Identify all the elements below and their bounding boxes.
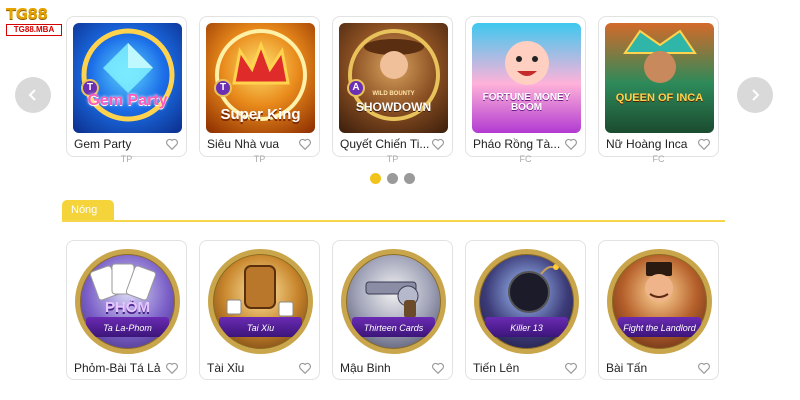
heart-outline-icon[interactable] [298,137,312,151]
art-banner-text: Fight the Landlord [623,323,696,333]
art-title: PHỎM [105,299,150,316]
art-title: QUEEN OF INCA [615,92,704,104]
provider-label: FC [519,154,532,164]
game-name: Tiến Lên [473,361,520,375]
game-card[interactable]: T Super King Siêu Nhà vua TP [199,16,320,164]
carousel-next-button[interactable] [737,77,773,113]
provider-label: FC [652,154,665,164]
game-card[interactable]: T Gem Party Gem Party TP [66,16,187,164]
hot-games-row: PHỎM Ta La-Phom Phỏm-Bài Tá Lả Tai Xiu T… [66,240,719,380]
game-name: Nữ Hoàng Inca [606,137,688,151]
heart-outline-icon[interactable] [298,361,312,375]
game-name: Pháo Rồng Tà... [473,137,561,151]
game-thumbnail: Fight the Landlord [607,249,712,354]
pagination-dot[interactable] [404,173,415,184]
art-title: FORTUNE MONEY BOOM [482,92,571,113]
pagination-dot[interactable] [387,173,398,184]
heart-outline-icon[interactable] [697,361,711,375]
game-thumbnail: FORTUNE MONEY BOOM [472,23,581,133]
game-name: Phỏm-Bài Tá Lả [74,361,161,375]
gem-art [81,28,175,122]
game-thumbnail: QUEEN OF INCA [605,23,714,133]
logo-domain: TG88.MBA [6,24,62,36]
game-card[interactable]: A WILD BOUNTY SHOWDOWN Quyết Chiến Ti...… [332,16,453,164]
heart-outline-icon[interactable] [165,361,179,375]
art-banner-text: Ta La-Phom [103,323,152,333]
art-banner-text: Killer 13 [510,323,543,333]
baby-art [505,41,549,85]
queen-art [623,29,697,83]
heart-outline-icon[interactable] [431,361,445,375]
carousel-prev-button[interactable] [15,77,51,113]
heart-outline-icon[interactable] [564,137,578,151]
game-card[interactable]: PHỎM Ta La-Phom Phỏm-Bài Tá Lả [66,240,187,380]
carousel-pagination [370,173,415,184]
provider-label: TP [253,154,266,164]
game-name: Gem Party [74,137,132,151]
game-thumbnail: Killer 13 [474,249,579,354]
logo-brand: TG88 [6,5,48,23]
art-banner-text: Tai Xiu [246,323,275,333]
game-name: Tài Xỉu [207,361,245,375]
site-logo[interactable]: TG88 TG88.MBA [6,6,64,42]
game-thumbnail: A WILD BOUNTY SHOWDOWN [339,23,448,133]
art-title: Gem Party [87,92,168,109]
game-thumbnail: Thirteen Cards [341,249,446,354]
heart-outline-icon[interactable] [564,361,578,375]
cowgirl-art [348,29,440,121]
heart-outline-icon[interactable] [697,137,711,151]
art-subtitle: WILD BOUNTY [372,91,415,97]
provider-label: TP [386,154,399,164]
game-thumbnail: T Gem Party [73,23,182,133]
heart-outline-icon[interactable] [165,137,179,151]
game-card[interactable]: Tai Xiu Tài Xỉu [199,240,320,380]
game-name: Siêu Nhà vua [207,137,280,151]
art-title: SHOWDOWN [355,100,432,114]
game-name: Mậu Binh [340,361,391,375]
game-card[interactable]: QUEEN OF INCA Nữ Hoàng Inca FC [598,16,719,164]
game-card[interactable]: Fight the Landlord Bài Tấn [598,240,719,380]
game-name: Quyết Chiến Ti... [340,137,430,151]
game-thumbnail: Tai Xiu [208,249,313,354]
carousel-row: T Gem Party Gem Party TP T Super King Si… [66,16,719,164]
game-card[interactable]: FORTUNE MONEY BOOM Pháo Rồng Tà... FC [465,16,586,164]
pagination-dot[interactable] [370,173,381,184]
section-divider [62,220,725,222]
provider-badge: T [214,79,232,97]
chevron-left-icon [28,89,36,101]
heart-outline-icon[interactable] [431,137,445,151]
game-card[interactable]: Killer 13 Tiến Lên [465,240,586,380]
chevron-right-icon [752,89,760,101]
section-tab-hot[interactable]: Nóng [62,200,114,221]
game-lobby: TG88 TG88.MBA T Gem Party Gem Party TP T… [0,0,800,400]
provider-label: TP [120,154,133,164]
art-banner-text: Thirteen Cards [363,323,424,333]
game-thumbnail: T Super King [206,23,315,133]
game-thumbnail: PHỎM Ta La-Phom [75,249,180,354]
game-name: Bài Tấn [606,361,648,375]
art-title: Super King [220,106,301,123]
game-card[interactable]: Thirteen Cards Mậu Binh [332,240,453,380]
